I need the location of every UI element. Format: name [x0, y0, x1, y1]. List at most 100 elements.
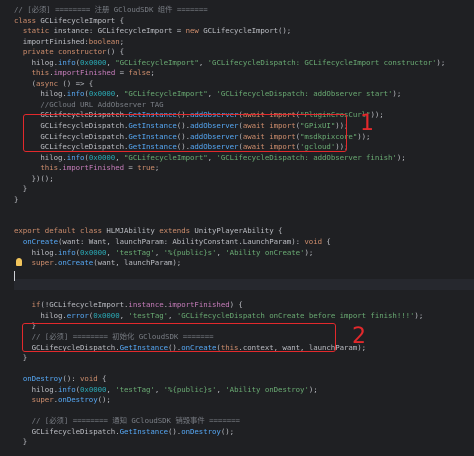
code-token: })();: [14, 173, 54, 183]
code-line[interactable]: [14, 364, 474, 375]
code-token: 'GCLifecycleDispatch onCreate before imp…: [176, 310, 415, 320]
code-line[interactable]: //GCloud URL AddObserver TAG: [14, 100, 474, 111]
code-token: =: [124, 163, 138, 173]
code-token: GCLifecycleDispatch.: [14, 426, 120, 436]
code-line[interactable]: [14, 269, 474, 280]
code-line[interactable]: }: [14, 184, 474, 195]
code-token: 'Ability onDestroy': [225, 384, 309, 394]
code-line[interactable]: [14, 279, 474, 290]
code-token: this: [31, 68, 50, 78]
code-token: 0x0000: [88, 152, 116, 162]
code-line[interactable]: [14, 448, 474, 456]
code-token: GetInstance: [119, 426, 168, 436]
code-token: importFinished: [168, 300, 230, 310]
code-line[interactable]: this.importFinished = true;: [14, 163, 474, 174]
code-token: HLMJAbility: [106, 226, 160, 236]
code-token: this: [40, 163, 59, 173]
annotation-mark-2: 2: [352, 324, 366, 349]
code-line[interactable]: importFinished:boolean;: [14, 37, 474, 48]
code-token: export: [14, 226, 45, 236]
code-token: }: [14, 184, 28, 194]
code-token: 0x0000: [88, 89, 116, 99]
code-line[interactable]: // [必须] ======== 通知 GCloudSDK 销毁事件 =====…: [14, 416, 474, 427]
code-token: importFinished:: [14, 36, 89, 46]
lightbulb-icon[interactable]: [16, 258, 22, 266]
code-token: info: [66, 152, 85, 162]
code-line[interactable]: (async () => {: [14, 79, 474, 90]
code-line[interactable]: super.onDestroy();: [14, 395, 474, 406]
code-line[interactable]: class GCLifecycleImport {: [14, 16, 474, 27]
code-line[interactable]: this.importFinished = false;: [14, 68, 474, 79]
code-token: );: [304, 247, 314, 257]
code-line[interactable]: hilog.info(0x0000, "GCLifecycleImport", …: [14, 58, 474, 69]
code-token: '%{public}s': [163, 247, 217, 257]
code-line[interactable]: super.onCreate(want, launchParam);: [14, 258, 474, 269]
code-line[interactable]: }: [14, 437, 474, 448]
code-token: }: [14, 437, 28, 447]
code-token: UnityPlayerAbility {: [194, 226, 283, 236]
code-line[interactable]: [14, 290, 474, 301]
code-token: onDestroy: [22, 374, 63, 384]
code-token: =: [115, 68, 129, 78]
code-token: ;: [154, 163, 160, 173]
code-token: void: [304, 237, 322, 247]
code-line[interactable]: })();: [14, 174, 474, 185]
code-token: instance: [53, 26, 89, 36]
code-line[interactable]: static instance: GCLifecycleImport = new…: [14, 26, 474, 37]
code-token: info: [58, 57, 76, 67]
code-line[interactable]: }: [14, 195, 474, 206]
code-token: error: [66, 310, 89, 320]
code-token: ,: [154, 384, 164, 394]
code-token: 0x0000: [80, 384, 107, 394]
code-token: class: [14, 15, 41, 25]
code-line[interactable]: hilog.info(0x0000, 'testTag', '%{public}…: [14, 385, 474, 396]
code-line[interactable]: hilog.info(0x0000, "GCLifecycleImport", …: [14, 89, 474, 100]
code-token: hilog.: [14, 89, 67, 99]
code-area[interactable]: // [必须] ======== 注册 GCloudSDK 组件 =======…: [14, 5, 474, 456]
code-token: (!GCLifecycleImport.: [40, 300, 129, 310]
code-line[interactable]: }: [14, 353, 474, 364]
code-line[interactable]: if(!GCLifecycleImport.instance.importFin…: [14, 300, 474, 311]
code-token: false: [128, 68, 151, 78]
code-token: info: [58, 247, 76, 257]
editor-gutter[interactable]: [0, 0, 12, 456]
code-token: 0x0000: [93, 310, 120, 320]
code-token: 0x0000: [80, 247, 107, 257]
code-token: ,: [115, 89, 125, 99]
code-token: onDestroy: [181, 426, 221, 436]
code-line[interactable]: // [必须] ======== 注册 GCloudSDK 组件 =======: [14, 5, 474, 16]
code-line[interactable]: [14, 205, 474, 216]
code-token: : GCLifecycleImport =: [88, 26, 186, 36]
annotation-mark-1: 1: [360, 111, 374, 136]
code-token: 'testTag': [115, 384, 155, 394]
code-token: ,: [154, 247, 164, 257]
code-line[interactable]: hilog.info(0x0000, 'testTag', '%{public}…: [14, 248, 474, 259]
code-token: 'Ability onCreate': [225, 247, 305, 257]
code-token: super: [31, 258, 54, 268]
code-token: class: [80, 226, 107, 236]
code-line[interactable]: [14, 216, 474, 227]
code-token: );: [414, 310, 424, 320]
code-line[interactable]: export default class HLMJAbility extends…: [14, 226, 474, 237]
code-line[interactable]: hilog.error(0x0000, 'testTag', 'GCLifecy…: [14, 311, 474, 322]
code-token: extends: [159, 226, 195, 236]
code-line[interactable]: onCreate(want: Want, launchParam: Abilit…: [14, 237, 474, 248]
code-token: );: [396, 152, 406, 162]
code-token: super: [31, 395, 54, 405]
code-editor[interactable]: // [必须] ======== 注册 GCloudSDK 组件 =======…: [0, 0, 474, 456]
code-line[interactable]: onDestroy(): void {: [14, 374, 474, 385]
code-token: void: [80, 374, 98, 384]
code-line[interactable]: GCLifecycleDispatch.GetInstance().onDest…: [14, 427, 474, 438]
code-line[interactable]: [14, 406, 474, 417]
code-token: //GCloud URL AddObserver TAG: [14, 99, 164, 109]
code-line[interactable]: private constructor() {: [14, 47, 474, 58]
code-line[interactable]: hilog.info(0x0000, "GCLifecycleImport", …: [14, 153, 474, 164]
code-token: hilog.: [14, 247, 58, 257]
code-token: () => {: [62, 78, 94, 88]
code-token: ) {: [229, 300, 243, 310]
code-token: );: [436, 57, 446, 67]
